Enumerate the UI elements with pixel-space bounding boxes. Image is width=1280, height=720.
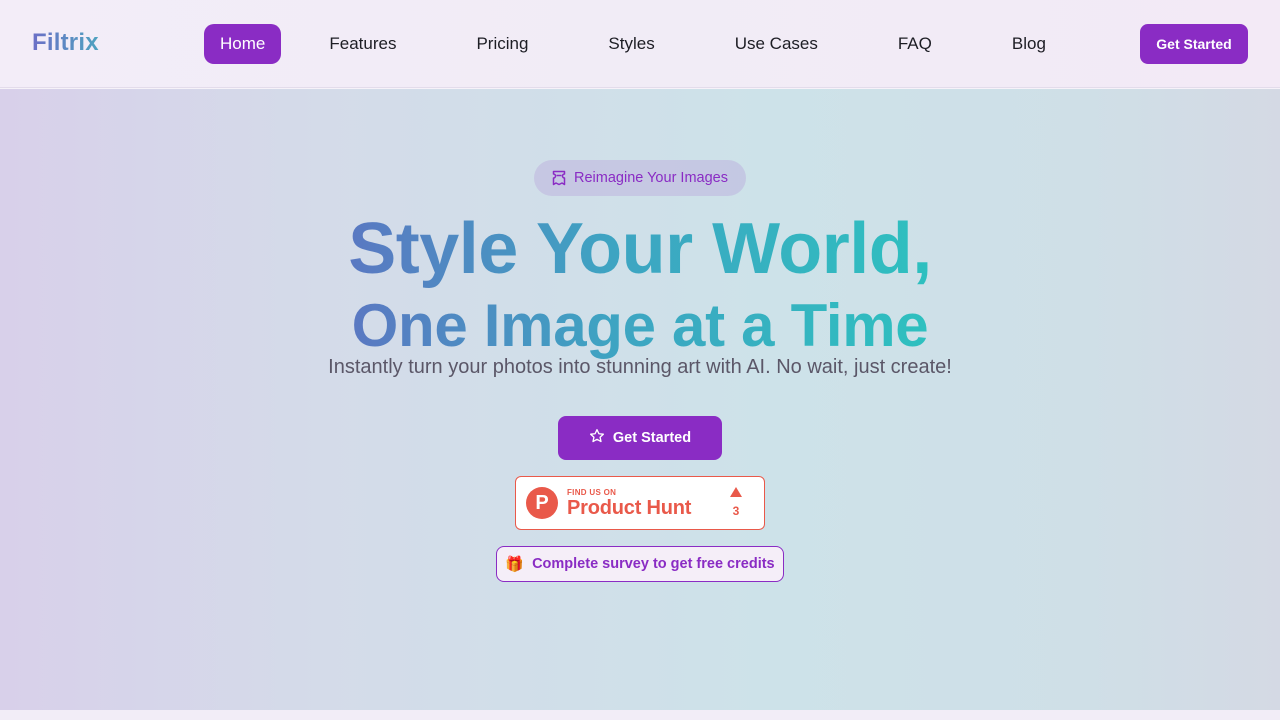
- hero-cta-label: Get Started: [612, 430, 692, 446]
- tagline-text: Reimagine Your Images: [574, 170, 728, 186]
- nav-home[interactable]: Home: [204, 24, 282, 64]
- hero-get-started-button[interactable]: Get Started: [558, 416, 722, 460]
- survey-button[interactable]: 🎁 Complete survey to get free credits: [496, 546, 784, 582]
- hero-title-line1: Style Your World,: [348, 209, 932, 289]
- nav-pricing[interactable]: Pricing: [460, 24, 544, 64]
- product-hunt-name: Product Hunt: [567, 497, 692, 519]
- star-icon: [589, 428, 605, 448]
- upvote-count: 3: [732, 504, 740, 518]
- gift-icon: 🎁: [505, 555, 525, 573]
- hero-title-line2: One Image at a Time: [351, 292, 929, 359]
- nav-blog[interactable]: Blog: [996, 24, 1062, 64]
- survey-label: Complete survey to get free credits: [532, 556, 775, 572]
- hero-section: Reimagine Your Images Style Your World, …: [0, 89, 1280, 710]
- hero-subtitle: Instantly turn your photos into stunning…: [328, 356, 952, 378]
- logo[interactable]: Filtrix: [32, 29, 99, 57]
- hero-title-second: One Image at a Time: [0, 291, 1280, 361]
- tagline-pill: Reimagine Your Images: [534, 160, 746, 196]
- product-hunt-small-text: FIND US ON: [567, 488, 617, 497]
- nav-styles[interactable]: Styles: [592, 24, 670, 64]
- main-nav: Home Features Pricing Styles Use Cases F…: [204, 24, 1062, 64]
- product-hunt-logo-icon: P: [526, 487, 558, 519]
- product-hunt-badge[interactable]: P FIND US ON Product Hunt 3: [515, 476, 765, 530]
- hero-title: Style Your World,: [0, 207, 1280, 291]
- nav-use-cases[interactable]: Use Cases: [719, 24, 834, 64]
- section-divider: [0, 710, 1280, 720]
- header-get-started-button[interactable]: Get Started: [1140, 24, 1248, 64]
- nav-features[interactable]: Features: [313, 24, 412, 64]
- ticket-icon: [552, 170, 566, 186]
- nav-faq[interactable]: FAQ: [882, 24, 948, 64]
- site-header: Filtrix Home Features Pricing Styles Use…: [0, 0, 1280, 88]
- upvote-arrow-icon: [730, 487, 742, 497]
